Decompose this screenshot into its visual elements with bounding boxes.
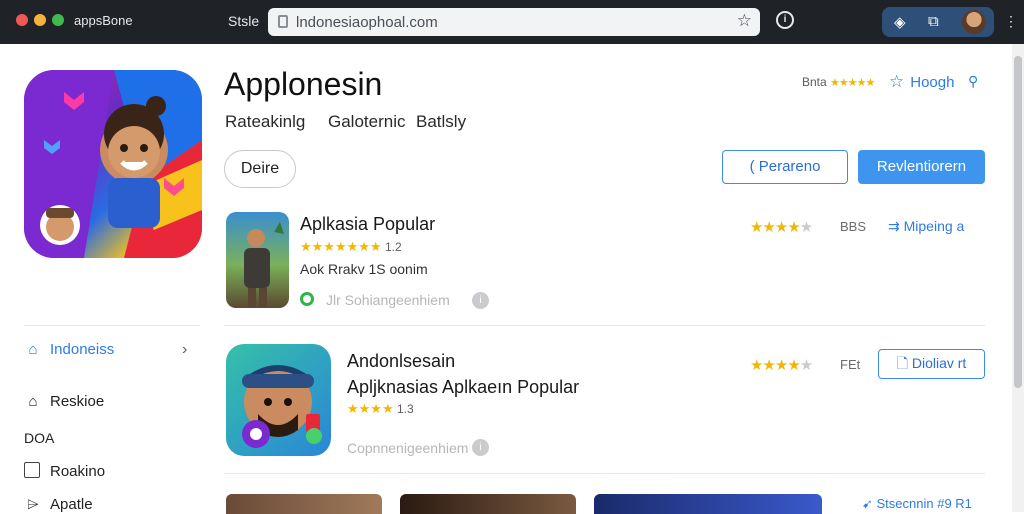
lock-icon [278,15,288,28]
sidebar-item-label: Indoneiss [50,341,115,358]
search-icon[interactable]: ⚲ [968,73,978,90]
nav-label[interactable]: Stsle [228,13,259,29]
bookmark-star-icon[interactable]: ☆ [737,11,752,31]
tag-icon: ⌲ [27,496,39,513]
item-right-stars-off: ★ [799,219,813,236]
sidebar-item-label: DOA [24,430,55,446]
sidebar-divider [24,325,200,326]
minimize-window-button[interactable] [34,14,46,26]
address-bar[interactable]: lndonesiaophoal.com ☆ [268,8,760,36]
item-info: Aok Rrakv 1S oonim [300,261,428,277]
puzzle-icon[interactable]: ⧉ [928,13,939,30]
sidebar-item-roakino[interactable]: Roakino [24,462,105,480]
more-menu-icon[interactable]: ⋮ [1004,13,1018,30]
header-rating-label: Bnta [802,75,827,89]
sidebar-item-apatle[interactable]: ⌲ Apatle [24,496,93,513]
header-rating-stars: ★★★★★ [830,77,875,89]
item-right-count: FEt [840,357,861,372]
preview-thumbnail[interactable] [226,494,382,514]
shield-icon[interactable]: ◈ [894,13,906,31]
star-outline-icon: ☆ [889,72,905,91]
app-meta-1[interactable]: Rateakinlg [225,112,305,132]
maximize-window-button[interactable] [52,14,64,26]
item-right-stars-off: ★ [799,357,813,374]
extensions-group: ◈ ⧉ [882,7,994,37]
item-action-button[interactable]: 🗋 Dioliav rt [878,349,985,379]
header-action-link[interactable]: ☆ Hoogh [889,72,954,92]
app-hero-icon [24,70,202,258]
footer-link[interactable]: ➹ Stsecnnin #9 R1 [862,496,972,512]
info-icon[interactable]: i [472,439,489,456]
item-rating: ★★★★ 1.3 [347,401,414,417]
sidebar-item-label: Roakino [50,463,106,480]
item-thumbnail[interactable] [226,212,289,308]
info-icon[interactable]: i [472,292,489,309]
sidebar-item-doa[interactable]: DOA [24,430,54,446]
item-right-stars-on: ★★★★ [750,357,801,374]
item-rating-stars: ★★★★★★★ [300,239,382,254]
item-right-stars: ★★★★★ [750,356,813,374]
url-text[interactable]: lndonesiaophoal.com [296,14,438,31]
item-title[interactable]: Andonlsesain [347,351,455,372]
preview-thumbnail[interactable] [400,494,576,514]
header-action-label: Hoogh [910,74,955,91]
chip-button[interactable]: Deire [224,150,296,188]
item-title[interactable]: Aplkasia Popular [300,214,435,235]
secondary-button[interactable]: ( Perareno [722,150,848,184]
item-status: Jlr Sohiangeenhiem [326,292,450,308]
item-rating-value: 1.3 [396,402,414,416]
sidebar-item-label: Apatle [50,496,93,513]
home-icon: ⌂ [28,341,38,358]
sidebar-item-indoneiss[interactable]: ⌂ Indoneiss [24,341,114,358]
item-thumbnail[interactable] [226,344,331,456]
item-rating-stars: ★★★★ [347,401,394,416]
scrollbar-thumb[interactable] [1014,56,1022,388]
preview-thumbnail[interactable] [594,494,822,514]
close-window-button[interactable] [16,14,28,26]
sidebar-item-label: Reskioe [50,393,105,410]
info-circle-icon[interactable]: i [776,11,794,29]
header-rating: Bnta ★★★★★ [802,75,875,89]
item-right-link[interactable]: ⇉ Mipeing a [888,218,964,235]
sidebar-item-reskioe[interactable]: ⌂ Reskioe [24,393,104,410]
item-subtitle: Apljknasias Aplkaeın Popular [347,377,580,397]
house-outline-icon: ⌂ [28,393,38,410]
item-right-stars: ★★★★★ [750,218,813,236]
primary-button[interactable]: Revlentiorern [858,150,985,184]
checkbox-icon[interactable] [24,462,40,478]
item-right-count: BBS [840,219,867,234]
app-name-label: appsBone [74,13,133,28]
profile-avatar[interactable] [962,10,986,34]
item-status: Copnnenigeenhiem [347,440,469,456]
status-online-icon [300,292,314,306]
item-right-stars-on: ★★★★ [750,219,801,236]
item-divider [224,473,985,474]
chevron-right-icon[interactable]: › [182,341,187,359]
trash-icon: 🗋 [896,355,908,371]
item-rating: ★★★★★★★ 1.2 [300,239,402,255]
app-meta-2[interactable]: Galoternic [328,112,405,132]
app-title: Applonesin [224,66,383,102]
item-rating-value: 1.2 [384,240,402,254]
app-meta-3[interactable]: Batlsly [416,112,466,132]
browser-toolbar: appsBone Stsle lndonesiaophoal.com ☆ i ◈… [0,0,1024,44]
item-right-link-label: Mipeing a [903,218,965,234]
footer-link-label: Stsecnnin #9 R1 [876,496,972,511]
item-divider [224,325,985,326]
item-action-label: Dioliav rt [911,355,967,371]
